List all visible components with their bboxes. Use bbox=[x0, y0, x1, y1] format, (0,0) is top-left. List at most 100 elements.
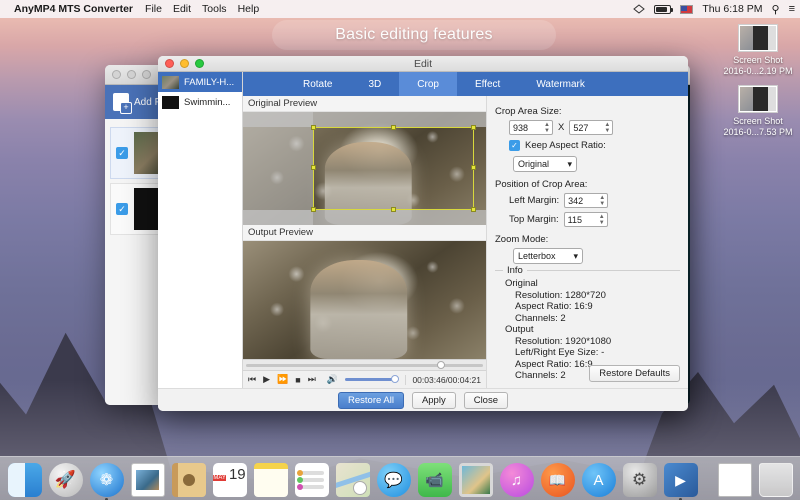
zoom-mode-select-wrap: Letterbox ▾ bbox=[513, 248, 680, 265]
dock-item-contacts[interactable] bbox=[171, 463, 206, 497]
tab-3d[interactable]: 3D bbox=[350, 72, 399, 96]
crop-handle-bottom-middle[interactable] bbox=[390, 206, 396, 212]
tab-effect[interactable]: Effect bbox=[457, 72, 518, 96]
battery-icon[interactable] bbox=[654, 4, 674, 14]
add-file-icon bbox=[113, 93, 132, 114]
fast-forward-icon[interactable]: ⏩ bbox=[277, 374, 288, 385]
crop-width-value: 938 bbox=[513, 122, 529, 133]
restore-all-button[interactable]: Restore All bbox=[338, 391, 404, 409]
stepper-arrows-icon[interactable]: ▲ ▼ bbox=[604, 122, 610, 134]
crop-handle-top-left[interactable] bbox=[311, 125, 317, 131]
crop-height-value: 527 bbox=[573, 122, 589, 133]
volume-slider[interactable] bbox=[345, 375, 400, 384]
crop-handle-bottom-left[interactable] bbox=[311, 206, 317, 212]
apply-button[interactable]: Apply bbox=[411, 391, 456, 409]
left-margin-value: 342 bbox=[568, 195, 584, 206]
file-checkbox[interactable]: ✓ bbox=[116, 203, 128, 215]
dock-item-reminders[interactable] bbox=[294, 463, 329, 497]
edit-dialog-file-sidebar: FAMILY-H... Swimmin... bbox=[158, 72, 243, 389]
desktop-icon-screenshot-1[interactable]: Screen Shot 2016-0...2.19 PM bbox=[718, 24, 798, 77]
menu-item-tools[interactable]: Tools bbox=[202, 3, 227, 15]
file-thumbnail-icon bbox=[162, 95, 179, 109]
stepper-arrows-icon[interactable]: ▲ ▼ bbox=[599, 195, 605, 207]
screenshot-thumbnail-icon bbox=[738, 85, 778, 113]
menubar-app-name[interactable]: AnyMP4 MTS Converter bbox=[14, 3, 133, 15]
menu-item-help[interactable]: Help bbox=[238, 3, 260, 15]
dock-item-messages[interactable]: 💬 bbox=[376, 463, 411, 497]
tab-watermark[interactable]: Watermark bbox=[518, 72, 603, 96]
stepper-arrows-icon[interactable]: ▲ ▼ bbox=[599, 214, 605, 226]
dock-item-notes[interactable] bbox=[253, 463, 288, 497]
crop-handle-middle-right[interactable] bbox=[470, 165, 476, 171]
keep-aspect-ratio-row[interactable]: ✓ Keep Aspect Ratio: bbox=[509, 140, 680, 152]
file-thumbnail-icon bbox=[162, 75, 179, 89]
menubar-clock[interactable]: Thu 6:18 PM bbox=[702, 3, 762, 15]
sidebar-item-label: Swimmin... bbox=[184, 96, 231, 108]
zoom-mode-select[interactable]: Letterbox ▾ bbox=[513, 248, 583, 265]
info-output-resolution: Resolution: 1920*1080 bbox=[515, 335, 612, 347]
tab-crop[interactable]: Crop bbox=[399, 72, 457, 97]
skip-forward-icon[interactable]: ⏭ bbox=[308, 374, 316, 385]
preview-seek-bar[interactable] bbox=[243, 359, 486, 371]
dock-item-ibooks[interactable]: 📖 bbox=[540, 463, 575, 497]
left-margin-row: Left Margin: 342 ▲ ▼ bbox=[509, 193, 680, 209]
spotlight-search-icon[interactable]: ⚲ bbox=[772, 3, 780, 16]
close-button[interactable]: Close bbox=[463, 391, 508, 409]
minimize-button[interactable] bbox=[127, 70, 136, 79]
menu-item-edit[interactable]: Edit bbox=[173, 3, 191, 15]
dock-item-itunes[interactable]: ♫ bbox=[499, 463, 534, 497]
dock-item-mail[interactable] bbox=[130, 463, 165, 497]
dock-item-system-preferences[interactable]: ⚙ bbox=[622, 463, 657, 497]
notification-center-icon[interactable]: ≡ bbox=[789, 3, 796, 15]
volume-icon[interactable]: 🔊 bbox=[327, 374, 338, 385]
file-checkbox[interactable]: ✓ bbox=[116, 147, 128, 159]
crop-width-input[interactable]: 938 ▲ ▼ bbox=[509, 120, 553, 136]
flag-icon[interactable] bbox=[680, 4, 694, 14]
crop-handle-bottom-right[interactable] bbox=[470, 206, 476, 212]
dock-item-anymp4-converter[interactable]: ▶ bbox=[663, 463, 698, 500]
desktop-icon-screenshot-2[interactable]: Screen Shot 2016-0...7.53 PM bbox=[718, 85, 798, 138]
dock-item-facetime[interactable]: 📹 bbox=[417, 463, 452, 497]
close-button[interactable] bbox=[112, 70, 121, 79]
edit-dialog-footer: Restore All Apply Close bbox=[158, 388, 688, 411]
dock-item-document[interactable] bbox=[717, 463, 752, 497]
dock-item-finder[interactable] bbox=[7, 463, 42, 497]
crop-height-input[interactable]: 527 ▲ ▼ bbox=[569, 120, 614, 136]
crop-handle-top-right[interactable] bbox=[470, 125, 476, 131]
dock-item-calendar[interactable]: MAY 19 bbox=[212, 463, 247, 497]
original-preview-canvas[interactable] bbox=[243, 112, 486, 226]
sidebar-item-family[interactable]: FAMILY-H... bbox=[158, 72, 242, 93]
output-preview-canvas bbox=[243, 241, 486, 360]
crop-handle-top-middle[interactable] bbox=[390, 125, 396, 131]
crop-handle-middle-left[interactable] bbox=[311, 165, 317, 171]
left-margin-input[interactable]: 342 ▲ ▼ bbox=[564, 193, 609, 209]
restore-defaults-button[interactable]: Restore Defaults bbox=[589, 365, 680, 383]
keep-aspect-ratio-checkbox[interactable]: ✓ bbox=[509, 140, 520, 152]
top-margin-input[interactable]: 115 ▲ ▼ bbox=[563, 212, 608, 228]
dropbox-icon[interactable] bbox=[633, 3, 646, 15]
play-icon[interactable]: ▶ bbox=[263, 374, 270, 385]
maximize-button[interactable] bbox=[142, 70, 151, 79]
edit-dialog-titlebar[interactable]: Edit bbox=[158, 56, 688, 73]
skip-back-icon[interactable]: ⏮ bbox=[248, 374, 256, 385]
output-preview-label: Output Preview bbox=[243, 225, 486, 242]
menu-item-file[interactable]: File bbox=[145, 3, 162, 15]
zoom-mode-label: Zoom Mode: bbox=[495, 234, 549, 246]
dock-item-launchpad[interactable]: 🚀 bbox=[48, 463, 83, 497]
aspect-ratio-select[interactable]: Original ▾ bbox=[513, 156, 577, 173]
dock-item-app-store[interactable]: A bbox=[581, 463, 616, 497]
stepper-arrows-icon[interactable]: ▲ ▼ bbox=[544, 122, 550, 134]
sidebar-item-swimming[interactable]: Swimmin... bbox=[158, 92, 242, 112]
calendar-month-label: MAY bbox=[213, 475, 226, 481]
tab-rotate[interactable]: Rotate bbox=[285, 72, 350, 96]
aspect-ratio-select-wrap: Original ▾ bbox=[513, 156, 680, 173]
dock-item-photos[interactable] bbox=[458, 463, 493, 497]
preview-column: Original Preview Output Preview ⏮ ▶ ⏩ ■ … bbox=[243, 96, 487, 389]
dock-item-trash[interactable] bbox=[758, 463, 793, 497]
dock-item-maps[interactable] bbox=[335, 463, 370, 497]
crop-selection-rectangle[interactable] bbox=[311, 125, 476, 212]
dock-item-safari[interactable]: ❁ bbox=[89, 463, 124, 500]
output-video-frame bbox=[243, 241, 486, 360]
desktop-icon-label-line2: 2016-0...7.53 PM bbox=[723, 127, 793, 137]
stop-icon[interactable]: ■ bbox=[295, 375, 300, 385]
